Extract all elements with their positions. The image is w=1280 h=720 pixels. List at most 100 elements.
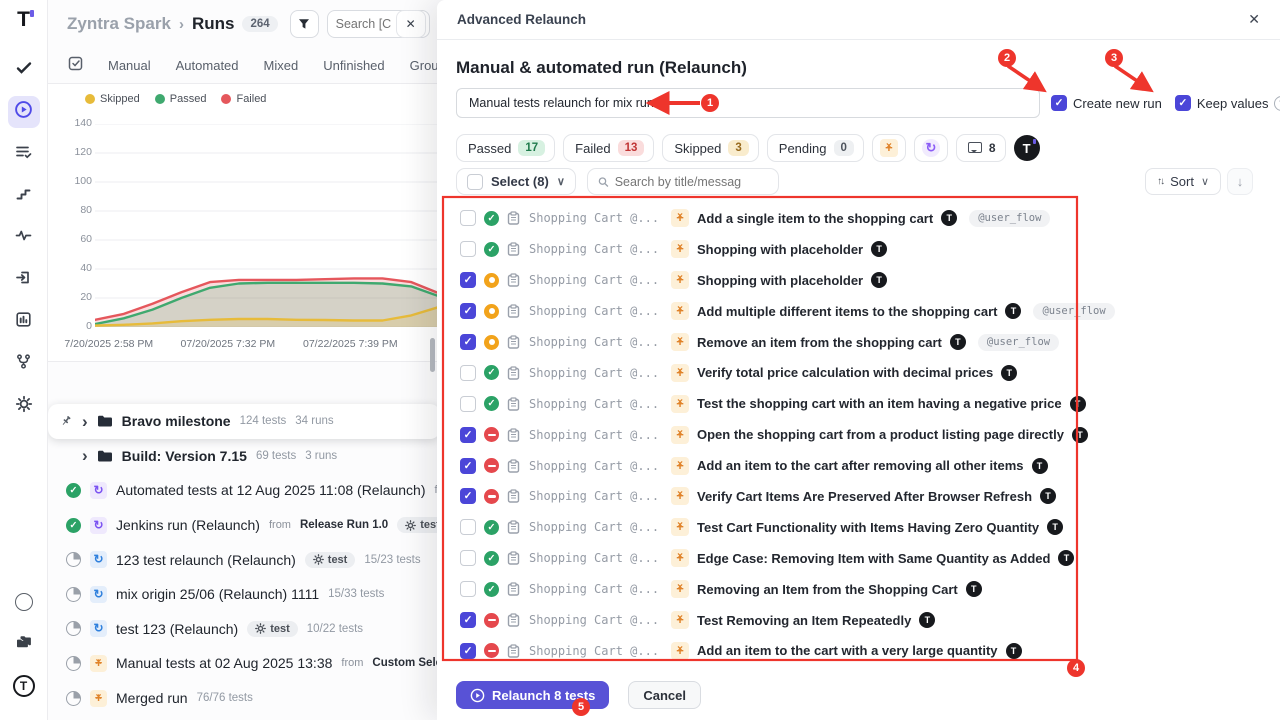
test-row[interactable]: Shopping Cart @... Test the shopping car…	[437, 388, 1280, 419]
breadcrumb-project[interactable]: Zyntra Spark	[67, 14, 171, 34]
help-button[interactable]	[8, 586, 40, 618]
keep-values-option[interactable]: Keep values	[1175, 95, 1280, 111]
projects-button[interactable]	[8, 628, 40, 660]
tab[interactable]: Unfinished	[323, 58, 384, 73]
test-suite[interactable]: Shopping Cart @...	[529, 644, 657, 658]
run-row[interactable]: Jenkins run (Relaunch) from Release Run …	[48, 508, 440, 543]
status-chip[interactable]: Skipped3	[662, 134, 758, 162]
run-row[interactable]: Merged run 76/76 tests	[48, 681, 440, 716]
test-checkbox[interactable]	[460, 334, 476, 350]
create-new-run-checkbox[interactable]	[1051, 95, 1067, 111]
run-name-input[interactable]	[456, 88, 1040, 118]
chevron-right-icon[interactable]	[82, 447, 88, 464]
test-suite[interactable]: Shopping Cart @...	[529, 304, 657, 318]
comments-chip[interactable]: 8	[956, 134, 1006, 162]
test-checkbox[interactable]	[460, 210, 476, 226]
test-checkbox[interactable]	[460, 396, 476, 412]
test-suite[interactable]: Shopping Cart @...	[529, 335, 657, 349]
status-chip[interactable]: Pending0	[767, 134, 864, 162]
test-suite[interactable]: Shopping Cart @...	[529, 397, 657, 411]
test-row[interactable]: Shopping Cart @... Test Removing an Item…	[437, 605, 1280, 636]
test-checkbox[interactable]	[460, 488, 476, 504]
test-checkbox[interactable]	[460, 365, 476, 381]
test-row[interactable]: Shopping Cart @... Verify Cart Items Are…	[437, 481, 1280, 512]
test-checkbox[interactable]	[460, 241, 476, 257]
global-search-input[interactable]	[336, 17, 396, 31]
sort-button[interactable]: Sort	[1145, 168, 1221, 195]
test-title[interactable]: Verify total price calculation with deci…	[697, 365, 993, 380]
sidebar-item-activity[interactable]	[8, 222, 40, 254]
test-suite[interactable]: Shopping Cart @...	[529, 582, 657, 596]
chevron-right-icon[interactable]	[82, 413, 88, 430]
test-row[interactable]: Shopping Cart @... Add a single item to …	[437, 203, 1280, 234]
tab[interactable]: Manual	[108, 58, 151, 73]
test-suite[interactable]: Shopping Cart @...	[529, 613, 657, 627]
test-suite[interactable]: Shopping Cart @...	[529, 211, 657, 225]
test-title[interactable]: Test Removing an Item Repeatedly	[697, 613, 911, 628]
test-checkbox[interactable]	[460, 581, 476, 597]
tab[interactable]: Automated	[176, 58, 239, 73]
test-row[interactable]: Shopping Cart @... Removing an Item from…	[437, 574, 1280, 605]
test-title[interactable]: Shopping with placeholder	[697, 273, 863, 288]
test-checkbox[interactable]	[460, 519, 476, 535]
test-checkbox[interactable]	[460, 550, 476, 566]
run-row[interactable]: 123 test relaunch (Relaunch) test 15/23 …	[48, 542, 440, 577]
test-suite[interactable]: Shopping Cart @...	[529, 273, 657, 287]
test-checkbox[interactable]	[460, 458, 476, 474]
run-row[interactable]: mix origin 25/06 (Relaunch) 1111 15/33 t…	[48, 577, 440, 612]
select-dropdown[interactable]: Select (8)	[456, 168, 576, 195]
sidebar-item-branches[interactable]	[8, 348, 40, 380]
relaunch-button[interactable]: Relaunch 8 tests	[456, 681, 609, 709]
sidebar-item-results[interactable]	[8, 138, 40, 170]
sidebar-item-runs[interactable]	[8, 96, 40, 128]
test-row[interactable]: Shopping Cart @... Edge Case: Removing I…	[437, 543, 1280, 574]
test-checkbox[interactable]	[460, 612, 476, 628]
test-row[interactable]: Shopping Cart @... Test Cart Functionali…	[437, 512, 1280, 543]
filter-button[interactable]	[290, 10, 319, 38]
test-suite[interactable]: Shopping Cart @...	[529, 520, 657, 534]
select-all-icon[interactable]	[68, 56, 83, 76]
test-suite[interactable]: Shopping Cart @...	[529, 428, 657, 442]
mixed-runs-chip[interactable]	[872, 134, 906, 162]
run-row[interactable]: Build: Version 7.15 69 tests 3 runs	[48, 439, 440, 474]
run-row[interactable]: Automated tests at 12 Aug 2025 11:08 (Re…	[48, 473, 440, 508]
global-search[interactable]: ✕	[327, 10, 430, 38]
test-checkbox[interactable]	[460, 272, 476, 288]
page-scrollbar-thumb[interactable]	[430, 338, 435, 372]
run-row[interactable]: Manual tests at 02 Aug 2025 13:38 from C…	[48, 646, 440, 681]
collapse-button[interactable]	[1227, 168, 1253, 195]
test-title[interactable]: Add an item to the cart after removing a…	[697, 458, 1024, 473]
test-title[interactable]: Add an item to the cart with a very larg…	[697, 643, 998, 658]
test-suite[interactable]: Shopping Cart @...	[529, 551, 657, 565]
clear-search-button[interactable]: ✕	[396, 10, 426, 38]
test-title[interactable]: Verify Cart Items Are Preserved After Br…	[697, 489, 1032, 504]
test-search[interactable]	[587, 168, 779, 195]
cancel-button[interactable]: Cancel	[628, 681, 701, 709]
status-chip[interactable]: Failed13	[563, 134, 654, 162]
test-suite[interactable]: Shopping Cart @...	[529, 489, 657, 503]
test-title[interactable]: Test the shopping cart with an item havi…	[697, 396, 1062, 411]
select-all-checkbox[interactable]	[467, 174, 483, 190]
create-new-run-option[interactable]: Create new run	[1051, 95, 1162, 111]
test-title[interactable]: Remove an item from the shopping cart	[697, 335, 942, 350]
test-row[interactable]: Shopping Cart @... Add an item to the ca…	[437, 635, 1280, 666]
test-suite[interactable]: Shopping Cart @...	[529, 459, 657, 473]
automated-runs-chip[interactable]	[914, 134, 948, 162]
test-checkbox[interactable]	[460, 427, 476, 443]
run-row[interactable]: test 123 (Relaunch) test 10/22 tests	[48, 612, 440, 647]
test-suite[interactable]: Shopping Cart @...	[529, 242, 657, 256]
test-row[interactable]: Shopping Cart @... Shopping with placeho…	[437, 265, 1280, 296]
sidebar-item-steps[interactable]	[8, 180, 40, 212]
test-search-input[interactable]	[615, 175, 768, 189]
test-row[interactable]: Shopping Cart @... Verify total price ca…	[437, 357, 1280, 388]
test-title[interactable]: Removing an Item from the Shopping Cart	[697, 582, 958, 597]
test-title[interactable]: Open the shopping cart from a product li…	[697, 427, 1064, 442]
test-title[interactable]: Edge Case: Removing Item with Same Quant…	[697, 551, 1050, 566]
help-tooltip-icon[interactable]	[1274, 96, 1280, 111]
app-logo[interactable]: T	[17, 8, 30, 32]
t-brand-chip[interactable]: T	[1014, 135, 1040, 161]
sidebar-item-import[interactable]	[8, 264, 40, 296]
sidebar-item-settings[interactable]	[8, 390, 40, 422]
test-row[interactable]: Shopping Cart @... Add an item to the ca…	[437, 450, 1280, 481]
keep-values-checkbox[interactable]	[1175, 95, 1191, 111]
